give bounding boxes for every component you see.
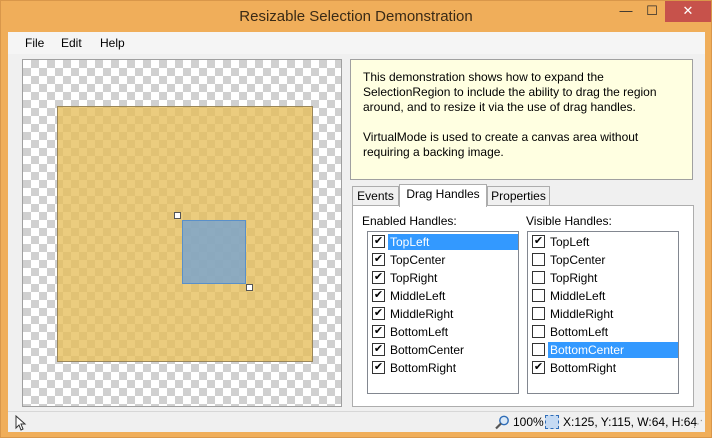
visible-handle-item[interactable]: ✔ TopLeft (529, 233, 677, 251)
enabled-handle-checkbox[interactable]: ✔ (372, 361, 385, 374)
image-canvas[interactable] (22, 59, 342, 407)
visible-handle-checkbox[interactable]: ✔ (532, 361, 545, 374)
enabled-handle-checkbox[interactable]: ✔ (372, 307, 385, 320)
enabled-handle-item[interactable]: ✔ TopRight (369, 269, 517, 287)
menu-edit[interactable]: Edit (61, 36, 82, 50)
zoom-icon (495, 415, 509, 430)
visible-handle-item[interactable]: BottomLeft (529, 323, 677, 341)
visible-handle-item[interactable]: ✔ BottomRight (529, 359, 677, 377)
visible-handle-label: MiddleRight (550, 307, 614, 321)
cursor-icon (15, 415, 27, 431)
enabled-handle-item[interactable]: ✔ BottomRight (369, 359, 517, 377)
enabled-handle-item[interactable]: ✔ BottomLeft (369, 323, 517, 341)
selection-info: X:125, Y:115, W:64, H:64 (563, 415, 698, 429)
visible-handle-checkbox[interactable] (532, 325, 545, 338)
drag-handles-panel: Enabled Handles: ✔ TopLeft ✔ TopCenter ✔ TopR… (352, 205, 694, 407)
visible-handles-label: Visible Handles: (526, 214, 612, 228)
enabled-handle-item[interactable]: ✔ TopLeft (369, 233, 518, 251)
enabled-handle-label: MiddleLeft (390, 289, 446, 303)
visible-handle-checkbox[interactable] (532, 253, 545, 266)
visible-handle-checkbox[interactable] (532, 271, 545, 284)
visible-handle-label: BottomCenter (548, 342, 678, 358)
menu-help[interactable]: Help (100, 36, 125, 50)
enabled-handle-label: BottomCenter (390, 343, 465, 357)
description-panel: This demonstration shows how to expand t… (350, 59, 693, 180)
enabled-handle-label: TopLeft (388, 234, 518, 250)
selection-region[interactable] (182, 220, 246, 284)
tab-properties[interactable]: Properties (487, 186, 550, 206)
enabled-handle-item[interactable]: ✔ TopCenter (369, 251, 517, 269)
enabled-handle-checkbox[interactable]: ✔ (372, 253, 385, 266)
visible-handle-label: BottomLeft (550, 325, 609, 339)
title-bar[interactable]: Resizable Selection Demonstration — ☐ ✕ (1, 1, 711, 32)
selection-icon (545, 415, 559, 429)
visible-handle-label: TopLeft (550, 235, 590, 249)
visible-handle-item[interactable]: TopCenter (529, 251, 677, 269)
tab-drag-handles[interactable]: Drag Handles (399, 184, 487, 207)
tab-events[interactable]: Events (352, 186, 399, 206)
window-title: Resizable Selection Demonstration (239, 8, 473, 25)
enabled-handles-list[interactable]: ✔ TopLeft ✔ TopCenter ✔ TopRight ✔ MiddleLeft ✔ M… (367, 231, 519, 394)
menu-file[interactable]: File (25, 36, 44, 50)
visible-handle-checkbox[interactable] (532, 343, 545, 356)
visible-handle-item[interactable]: MiddleLeft (529, 287, 677, 305)
maximize-button[interactable]: ☐ (639, 1, 665, 22)
enabled-handle-label: BottomLeft (390, 325, 449, 339)
visible-handle-item[interactable]: BottomCenter (529, 341, 678, 359)
visible-handle-label: TopRight (550, 271, 598, 285)
enabled-handle-label: TopCenter (390, 253, 446, 267)
enabled-handle-checkbox[interactable]: ✔ (372, 343, 385, 356)
visible-handle-label: BottomRight (550, 361, 617, 375)
minimize-button[interactable]: — (613, 1, 639, 22)
enabled-handle-label: MiddleRight (390, 307, 454, 321)
visible-handle-item[interactable]: MiddleRight (529, 305, 677, 323)
description-paragraph-1: This demonstration shows how to expand t… (363, 70, 657, 114)
enabled-handle-label: TopRight (390, 271, 438, 285)
app-window: Resizable Selection Demonstration — ☐ ✕ … (0, 0, 712, 438)
zoom-level: 100% (513, 415, 544, 429)
visible-handle-checkbox[interactable]: ✔ (532, 235, 545, 248)
visible-handle-checkbox[interactable] (532, 307, 545, 320)
visible-handle-label: TopCenter (550, 253, 606, 267)
visible-handle-label: MiddleLeft (550, 289, 606, 303)
menu-bar: File Edit Help (8, 32, 705, 54)
enabled-handle-checkbox[interactable]: ✔ (372, 235, 385, 248)
visible-handles-list[interactable]: ✔ TopLeft TopCenter TopRight MiddleLeft Middl… (527, 231, 679, 394)
bottom-right-handle[interactable] (246, 284, 253, 291)
top-left-handle[interactable] (174, 212, 181, 219)
visible-handle-item[interactable]: TopRight (529, 269, 677, 287)
enabled-handle-checkbox[interactable]: ✔ (372, 289, 385, 302)
description-paragraph-2: VirtualMode is used to create a canvas a… (363, 130, 639, 159)
client-area: File Edit Help This demonstration shows … (8, 32, 705, 432)
visible-handle-checkbox[interactable] (532, 289, 545, 302)
status-bar: 100% X:125, Y:115, W:64, H:64 ⋰ (8, 411, 705, 432)
enabled-handle-item[interactable]: ✔ BottomCenter (369, 341, 517, 359)
enabled-handle-checkbox[interactable]: ✔ (372, 325, 385, 338)
enabled-handle-checkbox[interactable]: ✔ (372, 271, 385, 284)
enabled-handles-label: Enabled Handles: (362, 214, 457, 228)
enabled-handle-item[interactable]: ✔ MiddleLeft (369, 287, 517, 305)
resize-grip-icon[interactable]: ⋰ (693, 420, 703, 430)
enabled-handle-label: BottomRight (390, 361, 457, 375)
enabled-handle-item[interactable]: ✔ MiddleRight (369, 305, 517, 323)
close-button[interactable]: ✕ (665, 1, 711, 22)
